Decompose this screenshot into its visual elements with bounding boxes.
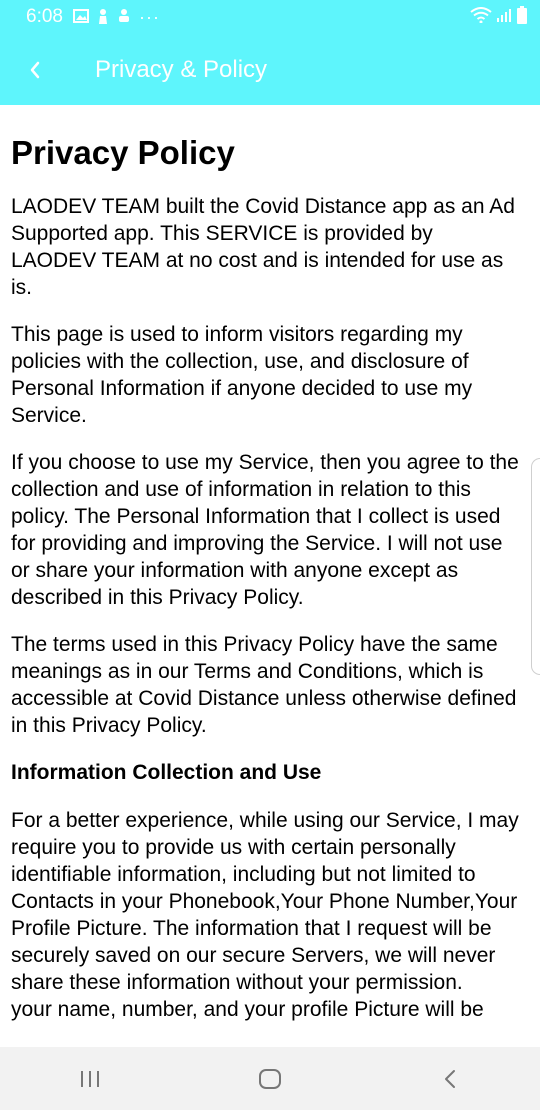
back-button[interactable] [0,34,70,105]
navigation-bar [0,1047,540,1110]
signal-icon [496,7,512,28]
policy-paragraph: The terms used in this Privacy Policy ha… [11,633,517,737]
image-icon [72,8,89,26]
recent-apps-button[interactable] [50,1047,130,1110]
page-title: Privacy & Policy [95,55,268,83]
policy-heading: Privacy Policy [11,134,235,171]
status-bar: 6:08 ··· [0,0,540,34]
paragraph-text-continued: your name, number, and your profile Pict… [11,998,484,1021]
person-icon [97,8,109,27]
nav-back-button[interactable] [410,1047,490,1110]
policy-paragraph: For a better experience, while using our… [11,807,522,1023]
chevron-left-icon [30,61,40,78]
battery-icon [516,5,528,29]
paragraph-text: For a better experience, while using our… [11,809,519,994]
recent-apps-icon [81,1070,99,1087]
policy-paragraph: LAODEV TEAM built the Covid Distance app… [11,195,515,299]
policy-paragraph: This page is used to inform visitors reg… [11,323,473,427]
more-dots-icon: ··· [138,6,160,27]
wifi-icon [470,6,492,28]
home-icon [259,1068,281,1089]
status-time: 6:08 [26,6,63,27]
section-heading: Information Collection and Use [11,761,322,784]
home-button[interactable] [230,1047,310,1110]
app-bar: Privacy & Policy [0,34,540,105]
back-icon [445,1069,455,1088]
android-icon [117,8,131,27]
policy-paragraph: If you choose to use my Service, then yo… [11,451,519,609]
policy-content[interactable]: Privacy Policy LAODEV TEAM built the Cov… [0,105,540,1047]
scrollbar-handle[interactable] [531,458,540,675]
